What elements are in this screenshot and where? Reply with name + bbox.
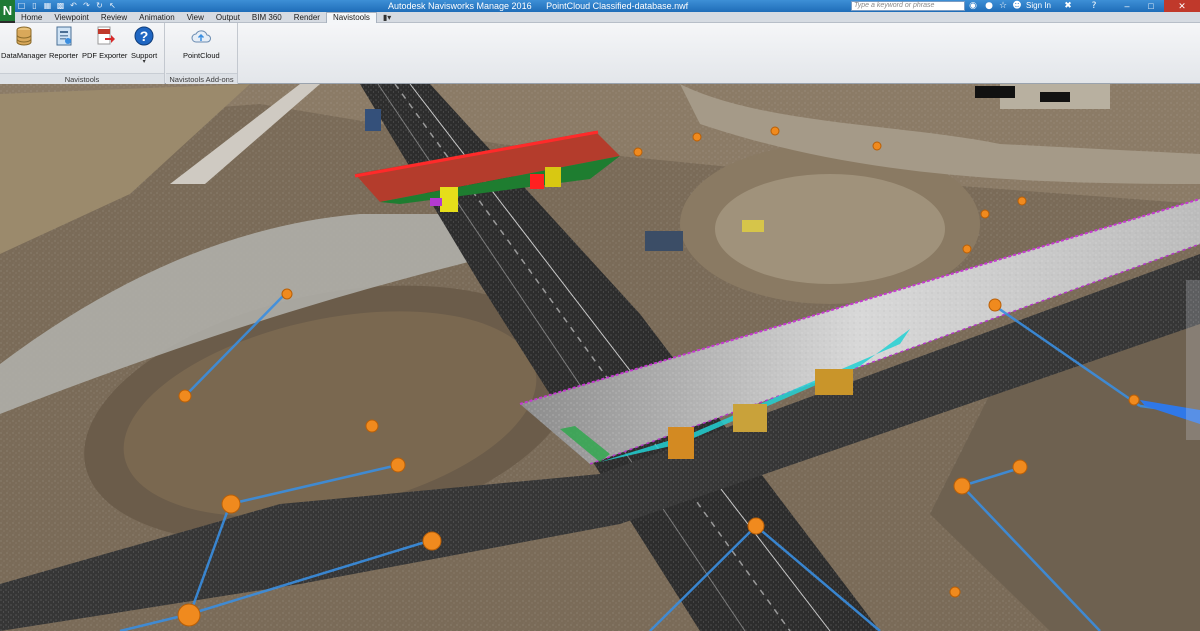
survey-point[interactable]	[221, 494, 241, 514]
app-title: Autodesk Navisworks Manage 2016	[388, 1, 532, 11]
tab-home[interactable]: Home	[15, 12, 48, 23]
new-file-icon[interactable]: □	[16, 1, 27, 11]
bridge-pier	[733, 404, 767, 432]
survey-point[interactable]	[422, 531, 442, 551]
quick-access-toolbar: □ ▯ ▦ ▩ ↶ ↷ ↻ ↖	[16, 0, 118, 12]
refresh-icon[interactable]: ↻	[94, 1, 105, 11]
survey-point[interactable]	[281, 288, 293, 300]
site-cabin	[645, 231, 683, 251]
survey-point[interactable]	[962, 244, 972, 254]
survey-point[interactable]	[390, 457, 406, 473]
survey-point[interactable]	[747, 517, 765, 535]
site-container	[365, 109, 381, 131]
cloud-upload-icon	[190, 25, 212, 47]
exchange-icon[interactable]: ✖	[1062, 0, 1074, 12]
far-dark-area	[1040, 92, 1070, 102]
save-icon[interactable]: ▦	[42, 1, 53, 11]
window-title: Autodesk Navisworks Manage 2016 PointClo…	[388, 0, 700, 12]
undo-icon[interactable]: ↶	[68, 1, 79, 11]
survey-point[interactable]	[949, 586, 961, 598]
help-icon[interactable]: ?	[1088, 0, 1100, 12]
tab-output[interactable]: Output	[210, 12, 246, 23]
survey-point[interactable]	[872, 141, 882, 151]
search-input[interactable]: Type a keyword or phrase	[851, 1, 965, 11]
datamanager-label: DataManager	[1, 51, 47, 60]
maximize-button[interactable]: □	[1140, 0, 1162, 12]
open-folder-icon[interactable]: ▯	[29, 1, 40, 11]
far-bridge-detail-magenta	[430, 198, 442, 206]
app-logo[interactable]: N	[0, 0, 15, 21]
help-icon: ?	[133, 25, 155, 47]
datamanager-button[interactable]: DataManager	[1, 25, 46, 60]
tab-render[interactable]: Render	[288, 12, 326, 23]
survey-point[interactable]	[178, 389, 192, 403]
ribbon-tabs: Home Viewpoint Review Animation View Out…	[15, 11, 1200, 23]
reporter-label: Reporter	[49, 51, 79, 60]
far-bridge-pier-red	[530, 174, 544, 189]
survey-point[interactable]	[980, 209, 990, 219]
3d-viewport[interactable]	[0, 84, 1200, 631]
navistools-panel-title: Navistools	[0, 73, 164, 84]
navistools-addons-panel-title: Navistools Add-ons	[166, 73, 237, 84]
survey-point[interactable]	[177, 603, 201, 627]
pointcloud-button[interactable]: PointCloud	[183, 25, 220, 60]
title-bar: □ ▯ ▦ ▩ ↶ ↷ ↻ ↖ Autodesk Navisworks Mana…	[0, 0, 1200, 12]
tab-bim360[interactable]: BIM 360	[246, 12, 288, 23]
redo-icon[interactable]: ↷	[81, 1, 92, 11]
survey-point[interactable]	[633, 147, 643, 157]
user-account-icon[interactable]: ☻	[1011, 0, 1023, 12]
print-icon[interactable]: ▩	[55, 1, 66, 11]
sign-in-button[interactable]: Sign In	[1026, 0, 1051, 12]
navistools-addons-panel: PointCloud Navistools Add-ons	[166, 23, 238, 84]
bridge-pier	[668, 427, 694, 459]
support-button[interactable]: ? Support ▾	[131, 25, 157, 65]
survey-point[interactable]	[770, 126, 780, 136]
chevron-down-icon[interactable]: ▾	[143, 59, 146, 65]
ribbon-options-icon[interactable]: ▮▾	[377, 12, 397, 23]
pdf-exporter-label: PDF Exporter	[82, 51, 128, 60]
navistools-panel: DataManager Reporter PDF Exporter ? Supp…	[0, 23, 165, 84]
survey-point[interactable]	[988, 298, 1002, 312]
report-icon	[53, 25, 75, 47]
reporter-button[interactable]: Reporter	[49, 25, 78, 60]
tab-viewpoint[interactable]: Viewpoint	[48, 12, 95, 23]
select-cursor-icon[interactable]: ↖	[107, 1, 118, 11]
point-cloud-scene[interactable]	[0, 84, 1200, 631]
tab-review[interactable]: Review	[95, 12, 133, 23]
file-name: PointCloud Classified-database.nwf	[546, 1, 689, 11]
minimize-button[interactable]: –	[1116, 0, 1138, 12]
survey-point[interactable]	[1128, 394, 1140, 406]
survey-point[interactable]	[1012, 459, 1028, 475]
tab-view[interactable]: View	[181, 12, 210, 23]
database-icon	[13, 25, 35, 47]
binoculars-icon[interactable]: ◉	[967, 0, 979, 12]
bridge-pier	[815, 369, 853, 395]
far-bridge-pier-yellow	[545, 167, 561, 187]
navisworks-window: □ ▯ ▦ ▩ ↶ ↷ ↻ ↖ Autodesk Navisworks Mana…	[0, 0, 1200, 631]
excavator	[742, 220, 764, 232]
svg-text:?: ?	[140, 28, 149, 44]
user-icon[interactable]: ●	[983, 0, 995, 12]
survey-point[interactable]	[953, 477, 971, 495]
ribbon: DataManager Reporter PDF Exporter ? Supp…	[0, 23, 1200, 84]
pointcloud-label: PointCloud	[183, 51, 220, 60]
far-dark-area	[975, 86, 1015, 98]
vertical-scrollbar[interactable]	[1186, 280, 1200, 440]
tab-navistools[interactable]: Navistools	[325, 11, 377, 23]
pdf-exporter-button[interactable]: PDF Exporter	[82, 25, 127, 60]
survey-point[interactable]	[692, 132, 702, 142]
far-bridge-pier-yellow	[440, 187, 458, 212]
close-button[interactable]: ✕	[1164, 0, 1200, 12]
star-icon[interactable]: ☆	[997, 0, 1009, 12]
survey-point[interactable]	[1017, 196, 1027, 206]
tab-animation[interactable]: Animation	[133, 12, 181, 23]
pdf-export-icon	[94, 25, 116, 47]
survey-point[interactable]	[365, 419, 379, 433]
